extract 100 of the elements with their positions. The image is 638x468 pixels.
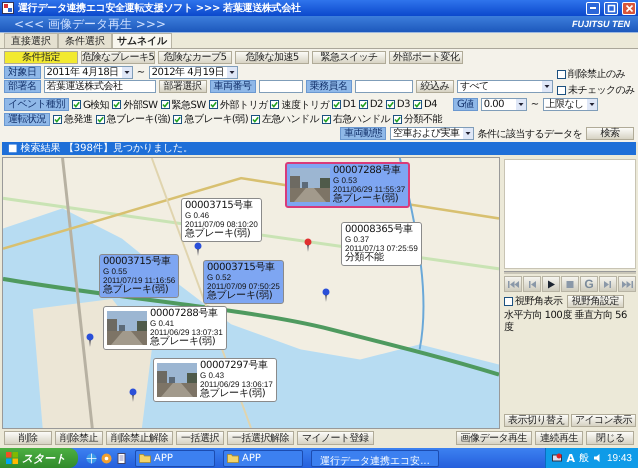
checkbox[interactable] [557, 86, 566, 94]
dropdown[interactable]: 0.00 [480, 98, 527, 111]
checkbox-label: 右急ハンドル [333, 113, 390, 126]
action-button[interactable]: 削除禁止解除 [106, 431, 173, 445]
dropdown[interactable]: 空車および実車 [390, 127, 474, 140]
checkbox[interactable] [173, 114, 182, 124]
checkbox[interactable] [160, 100, 170, 109]
checkbox-label: 左急ハンドル [262, 113, 320, 126]
map-callout[interactable]: 00003715号車 G 0.46 2011/07/09 08:10:20 急ブレーキ(弱) [181, 198, 262, 242]
checkbox[interactable] [504, 296, 513, 306]
network-icon [552, 453, 562, 463]
close-button[interactable] [622, 2, 636, 14]
range-separator: ~ [530, 99, 540, 110]
checkbox[interactable] [96, 114, 104, 124]
action-button[interactable]: 一括選択 [176, 431, 224, 445]
checkbox[interactable] [393, 114, 402, 124]
checkbox[interactable] [53, 114, 62, 124]
map-callout[interactable]: 00007288号車 G 0.41 2011/06/29 13:07:31 急ブレーキ(弱) [103, 306, 227, 350]
range-separator: ~ [136, 67, 146, 78]
play-button[interactable] [542, 276, 560, 292]
map-callout[interactable]: 00008365号車 G 0.37 2011/07/13 07:25:59 分類不能 [341, 222, 422, 266]
screen-title: <<< 画像データ再生 >>> [14, 16, 166, 32]
next-button[interactable] [599, 276, 617, 292]
checkbox-label: 急発進 [64, 113, 92, 126]
field-label: イベント種別 [4, 98, 69, 111]
checkbox[interactable] [322, 114, 332, 124]
taskbar-button[interactable]: APP [223, 450, 303, 466]
checkbox[interactable] [208, 100, 218, 109]
map-callout[interactable]: 00003715号車 G 0.52 2011/07/09 07:50:25 急ブレーキ(弱) [203, 260, 284, 304]
checkbox-label: 急ブレーキ(弱) [184, 112, 248, 126]
checkbox[interactable] [386, 100, 395, 109]
checkbox[interactable] [358, 100, 368, 109]
display-button[interactable]: アイコン表示 [571, 414, 636, 427]
tab[interactable]: 条件選択 [58, 33, 112, 48]
checkbox[interactable] [251, 114, 260, 124]
action-button[interactable]: 一括選択解除 [227, 431, 294, 445]
tab[interactable]: 直接選択 [4, 33, 58, 48]
filter-button[interactable]: 絞込み [416, 80, 454, 93]
start-button[interactable]: スタート [0, 448, 78, 468]
map-callout[interactable]: 00007288号車 G 0.53 2011/06/29 11:55:37 急ブレーキ(弱) [285, 162, 410, 208]
minimize-button[interactable] [586, 2, 600, 14]
action-button[interactable]: マイノート登録 [297, 431, 374, 445]
dropdown[interactable]: 2011年 4月18日 [44, 66, 133, 79]
close-icon [624, 4, 634, 12]
caret-icon [516, 99, 526, 110]
checkbox-label: 急ブレーキ(強) [106, 112, 170, 126]
preset-button[interactable]: 危険な加速5 [235, 51, 309, 64]
input-field[interactable] [258, 80, 302, 93]
vehicle-number: 00007288号車 [333, 166, 402, 176]
checkbox[interactable] [270, 100, 280, 109]
disc-icon [101, 452, 112, 464]
pin-icon [128, 388, 138, 402]
preset-button[interactable]: 緊急スイッチ [312, 51, 386, 64]
dropdown[interactable]: 上限なし [542, 98, 598, 111]
checkbox-label: D4 [424, 99, 437, 110]
map-callout[interactable]: 00007297号車 G 0.43 2011/06/29 13:06:17 急ブレーキ(弱) [153, 358, 277, 402]
timestamp: 2011/07/09 08:10:20 [185, 220, 258, 229]
checkbox[interactable] [557, 70, 566, 78]
preset-button[interactable]: 外部ポート変化 [389, 51, 463, 64]
skip-to-end-button[interactable] [618, 276, 636, 292]
field-label: 対象日 [4, 66, 40, 79]
vehicle-number: 00007297号車 [200, 361, 269, 371]
input-field[interactable] [354, 80, 412, 93]
map-callout[interactable]: 00003715号車 G 0.55 2011/07/19 11:16:56 急ブレーキ(弱) [99, 254, 180, 298]
playback-button[interactable]: 閉じる [586, 431, 634, 445]
tab[interactable]: サムネイル [112, 33, 172, 48]
department-select-button[interactable]: 部署選択 [158, 80, 206, 93]
action-button[interactable]: 削除禁止 [55, 431, 103, 445]
pin-icon [303, 238, 313, 252]
playback-button[interactable]: 連続再生 [535, 431, 583, 445]
maximize-button[interactable] [604, 2, 618, 14]
caret-icon [462, 128, 472, 139]
checkbox[interactable] [72, 100, 81, 109]
display-button[interactable]: 表示切り替え [504, 414, 569, 427]
taskbar-button[interactable]: APP [135, 450, 215, 466]
preset-button[interactable]: 条件指定 [4, 51, 78, 64]
caret-icon [122, 67, 132, 78]
preset-button[interactable]: 危険なカーブ5 [158, 51, 232, 64]
vehicle-number: 00003715号車 [103, 257, 172, 267]
checkbox-label: 外部SW [123, 98, 158, 112]
dropdown[interactable]: すべて [457, 80, 553, 93]
checkbox[interactable] [332, 100, 341, 109]
event-type: 急ブレーキ(弱) [207, 291, 274, 301]
checkbox[interactable] [412, 100, 422, 109]
dropdown[interactable]: 2012年 4月19日 [148, 66, 238, 79]
checkbox-label: 未チェックのみ [568, 84, 634, 97]
skip-to-start-button[interactable] [504, 276, 522, 292]
pin-icon [193, 242, 203, 256]
preset-button[interactable]: 危険なブレーキ5 [81, 51, 155, 64]
g-value: G 0.52 [207, 273, 232, 282]
taskbar-button[interactable]: 運行データ連携エコ安... [311, 450, 439, 466]
timestamp: 2011/06/29 13:06:17 [200, 380, 273, 389]
search-button[interactable]: 検索 [586, 127, 634, 140]
caret-icon [542, 81, 552, 92]
action-button[interactable]: 削除 [4, 431, 52, 445]
input-field[interactable]: 若葉運送株式会社 [44, 80, 156, 93]
view-angle-settings-button[interactable]: 視野角設定 [566, 294, 624, 308]
app-icon [2, 2, 14, 14]
playback-button[interactable]: 画像データ再生 [456, 431, 532, 445]
checkbox[interactable] [112, 100, 122, 109]
